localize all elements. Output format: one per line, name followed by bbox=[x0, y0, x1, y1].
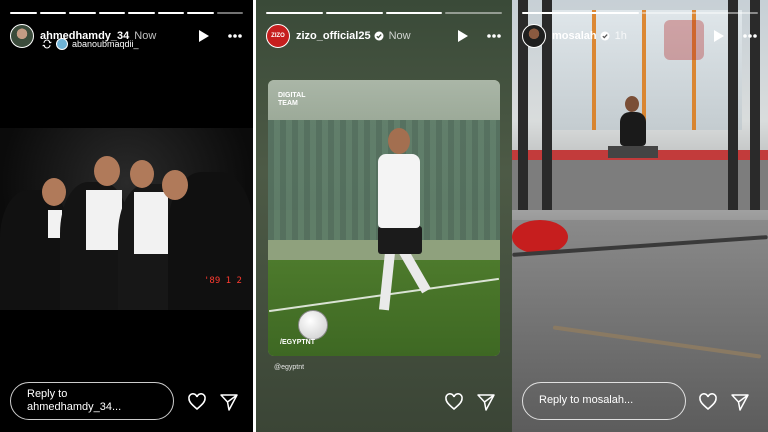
heart-icon[interactable] bbox=[187, 392, 207, 412]
mention-sticker[interactable]: @egyptnt bbox=[274, 364, 304, 371]
person-figure bbox=[620, 112, 646, 146]
avatar[interactable] bbox=[522, 24, 546, 48]
more-icon[interactable] bbox=[227, 28, 243, 44]
heart-icon[interactable] bbox=[444, 392, 464, 412]
card-tag: /EGYPTNT bbox=[280, 339, 316, 346]
story-header: mosalah 1h bbox=[522, 22, 758, 50]
verified-icon bbox=[600, 31, 610, 41]
story-time: 1h bbox=[614, 30, 627, 42]
story-progress-bar bbox=[10, 12, 243, 14]
avatar-text: ZIZO bbox=[271, 33, 285, 39]
reply-input[interactable]: Reply to mosalah... bbox=[522, 382, 686, 420]
card-logo: DIGITAL TEAM bbox=[278, 92, 306, 107]
player-figure bbox=[378, 154, 420, 228]
story-username[interactable]: mosalah bbox=[552, 30, 597, 42]
repost-attribution[interactable]: abanoubmaqdii_ bbox=[42, 38, 139, 50]
avatar[interactable] bbox=[10, 24, 34, 48]
verified-icon bbox=[374, 31, 384, 41]
story-username[interactable]: zizo_official25 bbox=[296, 30, 371, 42]
story-time: Now bbox=[388, 30, 411, 42]
story-photo: '89 1 2 bbox=[0, 128, 253, 310]
football bbox=[298, 310, 328, 340]
avatar[interactable]: ZIZO bbox=[266, 24, 290, 48]
avatar bbox=[56, 38, 68, 50]
story-progress-bar bbox=[522, 12, 758, 14]
shared-post-card[interactable]: DIGITAL TEAM /EGYPTNT bbox=[268, 80, 500, 356]
repost-username: abanoubmaqdii_ bbox=[72, 39, 139, 49]
more-icon[interactable] bbox=[742, 28, 758, 44]
story-progress-bar bbox=[266, 12, 502, 14]
story-panel-zizo[interactable]: ZIZO zizo_official25 Now DIGITAL TEAM /E… bbox=[256, 0, 512, 432]
photo-clock-display: '89 1 2 bbox=[204, 276, 242, 286]
heart-icon[interactable] bbox=[698, 392, 718, 412]
story-header: ZIZO zizo_official25 Now bbox=[266, 22, 502, 50]
story-panel-mosalah[interactable]: mosalah 1h Reply to mosalah... bbox=[512, 0, 768, 432]
reply-input[interactable]: Reply to ahmedhamdy_34... bbox=[10, 382, 174, 420]
story-panel-ahmedhamdy[interactable]: ahmedhamdy_34 Now abanoubmaqdii_ '89 1 2… bbox=[0, 0, 253, 432]
more-icon[interactable] bbox=[486, 28, 502, 44]
send-icon[interactable] bbox=[730, 392, 750, 412]
play-icon[interactable] bbox=[195, 28, 211, 44]
play-icon[interactable] bbox=[454, 28, 470, 44]
repost-icon bbox=[42, 39, 52, 49]
send-icon[interactable] bbox=[219, 392, 239, 412]
send-icon[interactable] bbox=[476, 392, 496, 412]
play-icon[interactable] bbox=[710, 28, 726, 44]
